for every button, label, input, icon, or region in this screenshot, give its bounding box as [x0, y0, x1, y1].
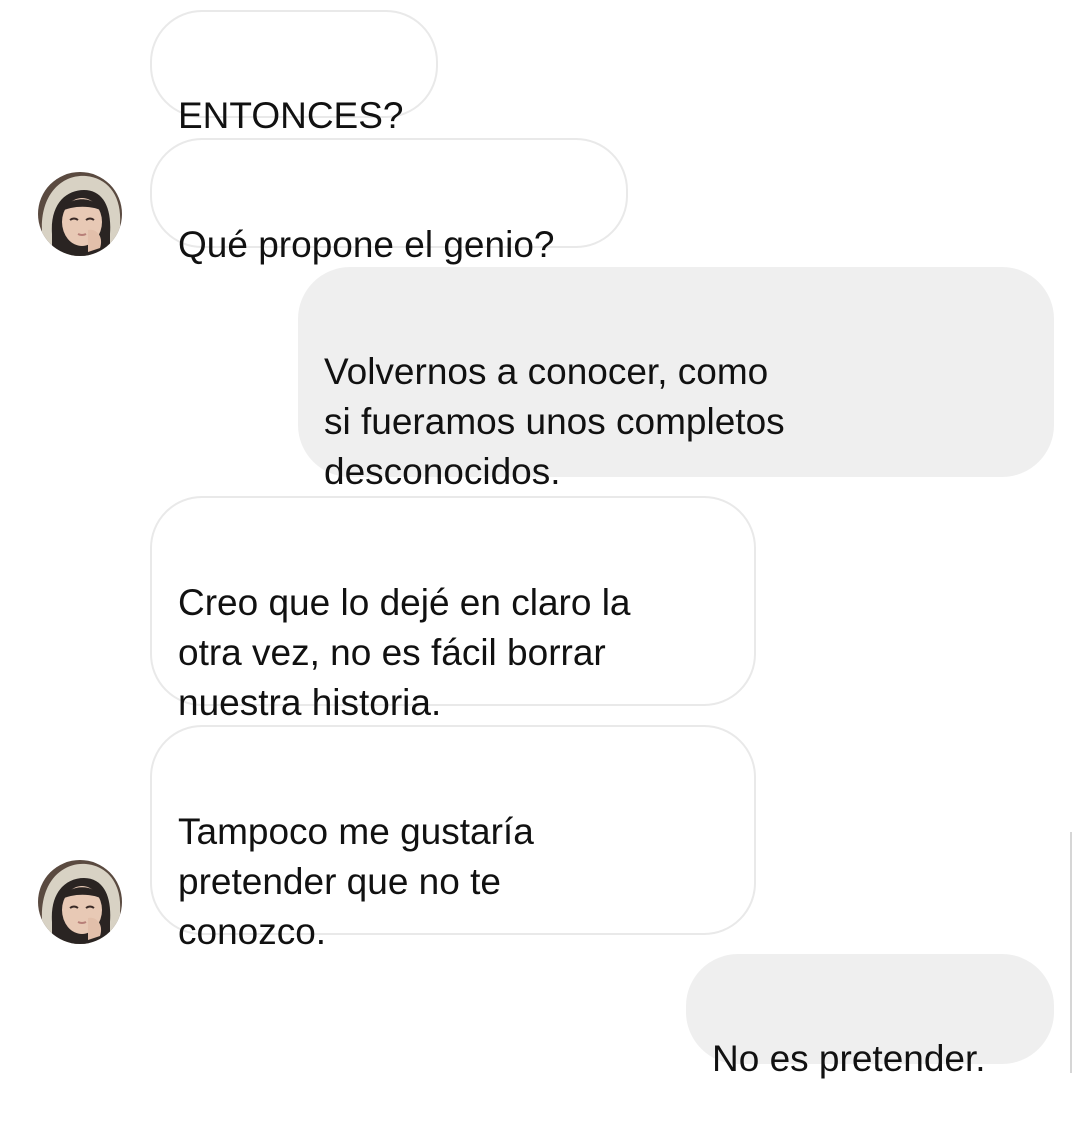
avatar-illustration — [38, 860, 122, 944]
outgoing-message[interactable]: Volvernos a conocer, como si fueramos un… — [298, 267, 1054, 492]
message-text: Creo que lo dejé en claro la otra vez, n… — [178, 582, 631, 723]
message-text: No es pretender. — [712, 1038, 986, 1079]
avatar-illustration — [38, 172, 122, 256]
message-text: ENTONCES? — [178, 95, 404, 136]
incoming-message[interactable]: ENTONCES? — [150, 10, 438, 136]
message-text: Qué propone el genio? — [178, 224, 555, 265]
outgoing-message[interactable]: No es pretender. — [686, 954, 1054, 1079]
contact-avatar-icon[interactable] — [38, 860, 122, 944]
message-thread: ENTONCES? Qué propone el genio? Volverno… — [0, 0, 1072, 1079]
contact-avatar-icon[interactable] — [38, 172, 122, 256]
incoming-message[interactable]: Creo que lo dejé en claro la otra vez, n… — [150, 496, 756, 723]
incoming-message[interactable]: Qué propone el genio? — [150, 138, 628, 265]
message-text: Tampoco me gustaría pretender que no te … — [178, 811, 534, 952]
message-text: Volvernos a conocer, como si fueramos un… — [324, 351, 785, 492]
incoming-message[interactable]: Tampoco me gustaría pretender que no te … — [150, 725, 756, 952]
